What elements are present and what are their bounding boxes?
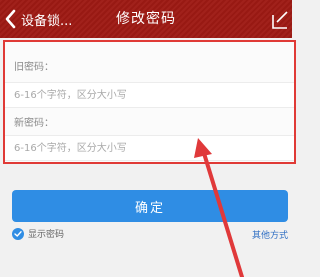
new-password-row — [5, 135, 294, 161]
old-password-row — [5, 82, 294, 108]
checkbox-checked-icon[interactable] — [12, 227, 24, 240]
new-password-label: 新密码： — [14, 118, 54, 129]
checkmark-icon — [14, 230, 22, 237]
new-password-input[interactable] — [5, 136, 294, 161]
show-password-toggle[interactable]: 显示密码 — [12, 227, 64, 240]
edit-icon — [272, 11, 288, 29]
other-methods-link[interactable]: 其他方式 — [252, 228, 288, 241]
show-password-label: 显示密码 — [28, 230, 65, 240]
change-password-screen: 设备锁... 修改密码 旧密码： 新密码： 确定 显示密码 其他方式 — [0, 0, 296, 277]
old-password-input[interactable] — [5, 83, 294, 108]
edit-button[interactable] — [270, 6, 290, 32]
password-form: 旧密码： 新密码： — [3, 40, 296, 164]
page-title: 修改密码 — [116, 11, 176, 27]
nav-bar: 设备锁... 修改密码 — [0, 0, 292, 38]
confirm-button[interactable]: 确定 — [12, 190, 288, 222]
old-password-label: 旧密码： — [14, 62, 54, 73]
